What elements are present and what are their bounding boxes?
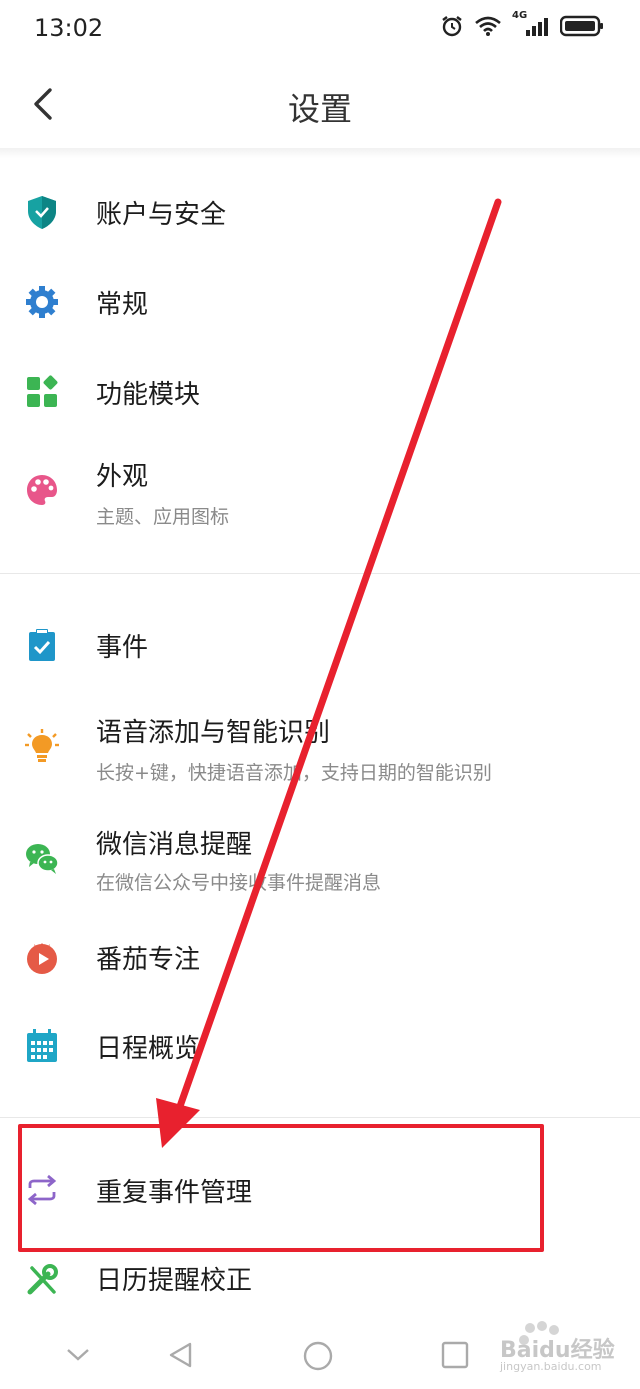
chevron-down-icon[interactable] xyxy=(64,1340,92,1368)
settings-item-modules[interactable]: 功能模块 xyxy=(0,352,640,432)
settings-item-subtitle: 长按+键，快捷语音添加，支持日期的智能识别 xyxy=(96,762,492,784)
section-divider xyxy=(0,573,640,574)
modules-icon xyxy=(27,375,58,407)
settings-item-label: 账户与安全 xyxy=(96,200,227,230)
status-icons: 4G xyxy=(440,10,604,38)
app-header: 设置 xyxy=(0,58,640,150)
gear-icon xyxy=(26,286,58,318)
signal-icon: 4G xyxy=(512,10,550,38)
settings-item-pomodoro[interactable]: 番茄专注 xyxy=(0,917,640,997)
settings-item-voice[interactable]: 语音添加与智能识别 长按+键，快捷语音添加，支持日期的智能识别 xyxy=(0,694,640,804)
settings-item-label: 番茄专注 xyxy=(96,945,201,975)
settings-item-subtitle: 主题、应用图标 xyxy=(96,506,230,528)
settings-item-schedule-overview[interactable]: 日程概览 xyxy=(0,1006,640,1086)
page-title: 设置 xyxy=(287,90,352,128)
palette-icon xyxy=(27,475,57,505)
settings-item-repeat-events[interactable]: 重复事件管理 xyxy=(0,1150,640,1230)
wifi-icon xyxy=(475,16,501,36)
status-bar: 13:02 4G xyxy=(0,0,640,58)
wrench-icon xyxy=(27,1264,58,1295)
back-triangle-icon[interactable] xyxy=(166,1340,196,1370)
status-time: 13:02 xyxy=(34,14,104,42)
settings-item-label: 日历提醒校正 xyxy=(96,1266,253,1296)
repeat-icon xyxy=(27,1174,57,1206)
alarm-icon xyxy=(442,16,462,37)
section-divider xyxy=(0,1117,640,1118)
watermark-subtext: jingyan.baidu.com xyxy=(500,1360,602,1373)
header-shadow xyxy=(0,148,640,158)
settings-item-account-security[interactable]: 账户与安全 xyxy=(0,172,640,252)
battery-icon xyxy=(560,15,603,37)
settings-item-label: 日程概览 xyxy=(96,1034,201,1064)
calendar-icon xyxy=(27,1029,57,1062)
settings-item-label: 语音添加与智能识别 xyxy=(96,718,331,748)
settings-item-label: 外观 xyxy=(96,462,149,492)
settings-item-events[interactable]: 事件 xyxy=(0,605,640,685)
settings-item-label: 重复事件管理 xyxy=(96,1178,253,1208)
recents-square-icon[interactable] xyxy=(440,1340,470,1370)
tomato-timer-icon xyxy=(27,943,57,974)
settings-item-label: 微信消息提醒 xyxy=(96,830,253,860)
wechat-icon xyxy=(26,844,59,874)
settings-item-label: 常规 xyxy=(96,290,149,320)
settings-item-wechat[interactable]: 微信消息提醒 在微信公众号中接收事件提醒消息 xyxy=(0,806,640,916)
settings-item-appearance[interactable]: 外观 主题、应用图标 xyxy=(0,442,640,552)
clipboard-check-icon xyxy=(29,629,55,661)
settings-item-label: 功能模块 xyxy=(96,380,201,410)
settings-item-subtitle: 在微信公众号中接收事件提醒消息 xyxy=(96,872,382,894)
settings-item-label: 事件 xyxy=(96,633,149,663)
lightbulb-icon xyxy=(25,729,59,762)
home-circle-icon[interactable] xyxy=(302,1340,334,1372)
shield-icon xyxy=(28,196,56,229)
settings-item-general[interactable]: 常规 xyxy=(0,262,640,342)
settings-item-calendar-reminder-fix[interactable]: 日历提醒校正 xyxy=(0,1242,640,1318)
